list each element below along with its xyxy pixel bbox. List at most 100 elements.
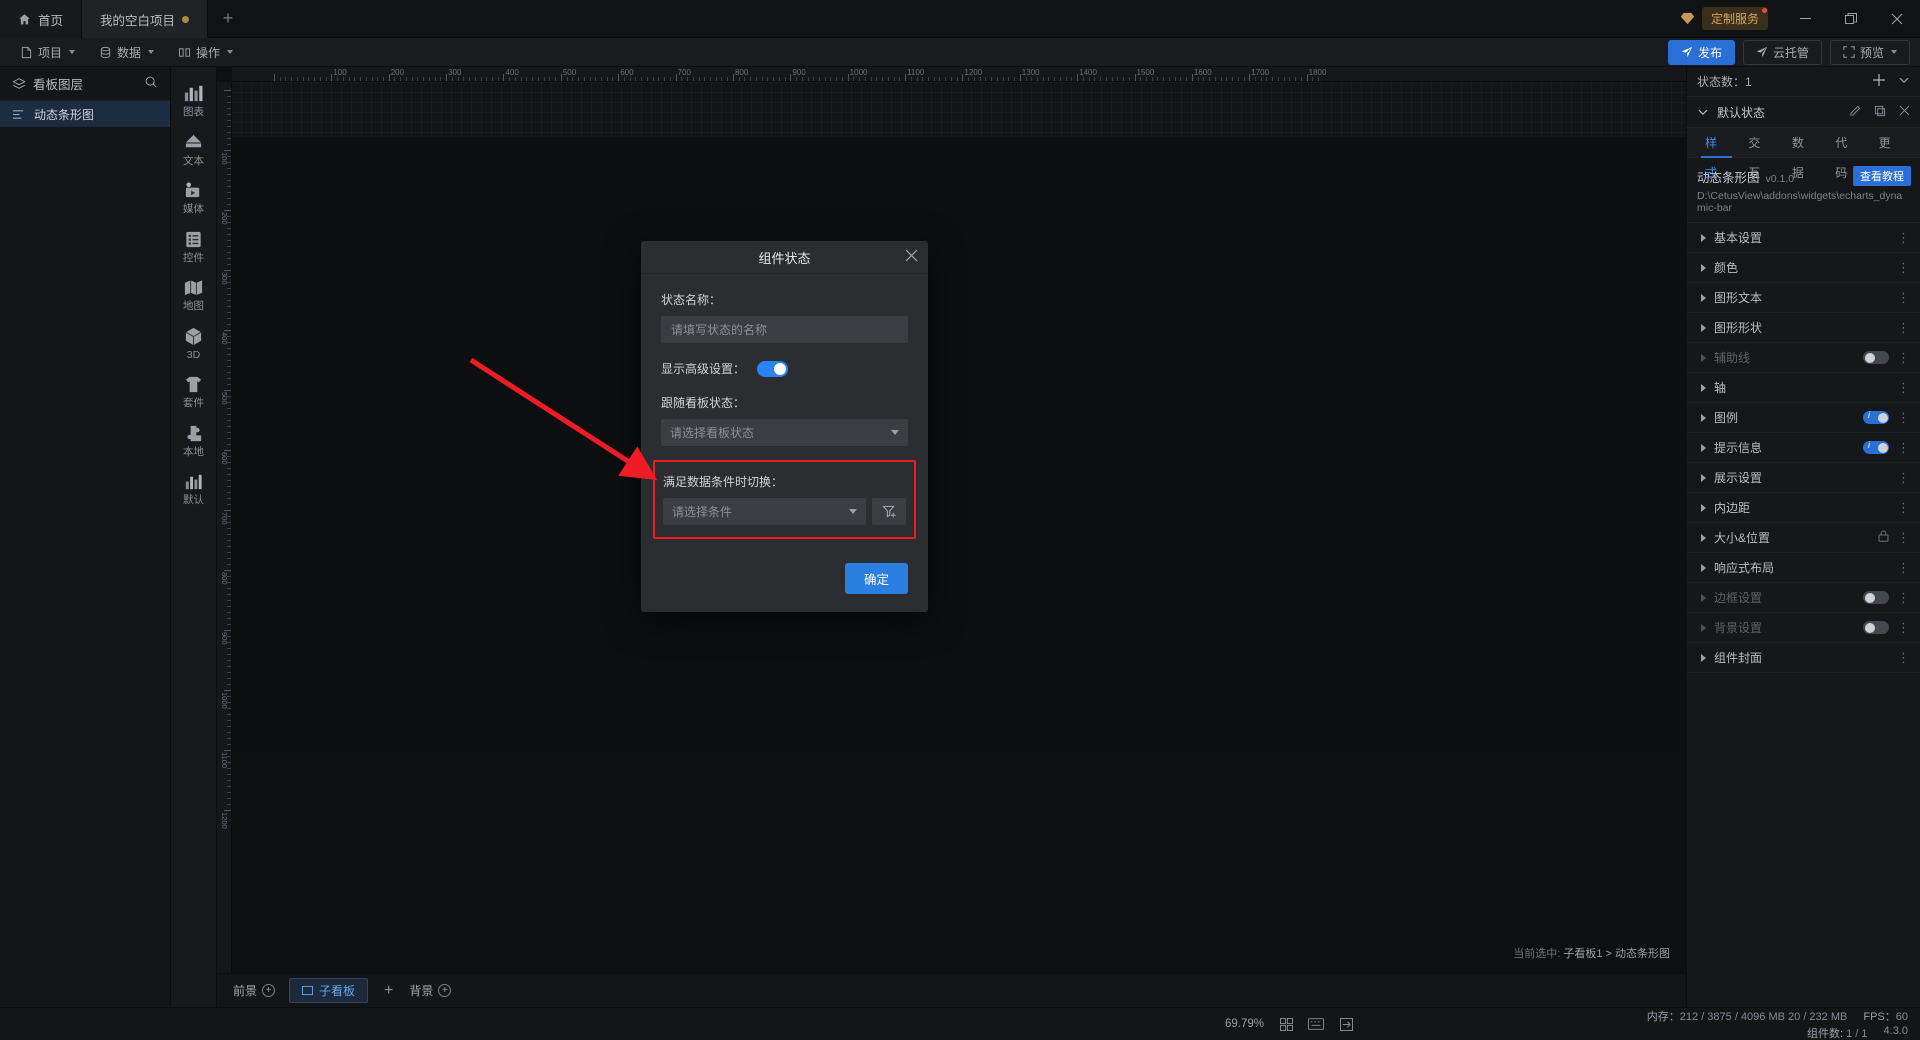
property-section-2[interactable]: 图形文本 ⋮ [1687,283,1920,313]
tab-style[interactable]: 样式 [1695,128,1738,180]
property-section-4[interactable]: 辅助线 ⋮ [1687,343,1920,373]
rail-item-local[interactable]: 本地 [171,416,217,463]
section-menu-button[interactable]: ⋮ [1897,231,1910,244]
section-menu-button[interactable]: ⋮ [1897,501,1910,514]
add-state-button[interactable] [1872,73,1886,90]
section-menu-button[interactable]: ⋮ [1897,411,1910,424]
tab-interaction[interactable]: 交互 [1738,128,1781,180]
rail-item-map[interactable]: 地图 [171,270,217,317]
ruler-tick [704,77,706,81]
add-sub-board-button[interactable]: + [368,982,409,1000]
add-foreground-button[interactable]: + [262,984,276,997]
ruler-tick [1306,74,1308,81]
lock-icon[interactable] [1878,530,1889,545]
section-menu-button[interactable]: ⋮ [1897,441,1910,454]
menu-operations[interactable]: 操作 [168,41,243,64]
layer-item-dynamic-bar[interactable]: 动态条形图 [0,101,170,127]
ruler-tick [224,750,231,751]
ruler-tick [509,77,511,81]
custom-service-badge[interactable]: 定制服务 [1701,7,1768,30]
property-section-5[interactable]: 轴 ⋮ [1687,373,1920,403]
section-menu-button[interactable]: ⋮ [1897,561,1910,574]
rail-item-kit[interactable]: 套件 [171,367,217,414]
vip-group[interactable]: 定制服务 [1680,7,1768,30]
section-menu-button[interactable]: ⋮ [1897,291,1910,304]
section-menu-button[interactable]: ⋮ [1897,381,1910,394]
collapse-states-button[interactable] [1898,74,1910,89]
widget-path: D:\CetusView\addons\widgets\echarts_dyna… [1697,190,1903,214]
window-close-button[interactable] [1874,0,1920,38]
preview-button[interactable]: 预览 [1829,39,1910,65]
property-section-8[interactable]: 展示设置 ⋮ [1687,463,1920,493]
ruler-tick [1014,77,1016,81]
state-name-input[interactable] [661,316,908,343]
section-toggle[interactable]: i [1863,410,1889,424]
rail-item-media[interactable]: 媒体 [171,173,217,220]
property-section-14[interactable]: 组件封面 ⋮ [1687,643,1920,673]
duplicate-state-button[interactable] [1874,105,1886,120]
design-board-inner[interactable] [232,137,1686,752]
section-menu-button[interactable]: ⋮ [1897,651,1910,664]
publish-button[interactable]: 发布 [1667,39,1735,65]
canvas-viewport[interactable]: 当前选中: 子看板1 > 动态条形图 [232,82,1686,973]
view-tutorial-button[interactable]: 查看教程 [1853,166,1911,186]
section-menu-button[interactable]: ⋮ [1897,621,1910,634]
state-row-default[interactable]: 默认状态 [1687,97,1920,128]
section-toggle[interactable] [1863,351,1889,364]
vertical-ruler[interactable]: 100 200 300 400 500 600 700 800 900 1000 1100 1200 [217,82,232,973]
layers-search-button[interactable] [144,75,158,92]
dialog-close-button[interactable] [905,249,918,265]
confirm-button[interactable]: 确定 [844,563,908,594]
zoom-level[interactable]: 69.79% [1225,1018,1264,1030]
section-toggle[interactable]: i [1863,440,1889,454]
window-maximize-button[interactable] [1828,0,1874,38]
rail-item-default[interactable]: 默认 [171,464,217,511]
property-section-9[interactable]: 内边距 ⋮ [1687,493,1920,523]
property-section-0[interactable]: 基本设置 ⋮ [1687,223,1920,253]
sub-board-chip[interactable]: 子看板 [289,978,369,1003]
section-toggle[interactable] [1863,621,1889,634]
add-condition-button[interactable] [872,498,906,525]
property-section-10[interactable]: 大小&位置 ⋮ [1687,523,1920,553]
menu-data[interactable]: 数据 [89,41,164,64]
section-menu-button[interactable]: ⋮ [1897,471,1910,484]
section-menu-button[interactable]: ⋮ [1897,351,1910,364]
ruler-tick [405,77,407,81]
cloud-host-button[interactable]: 云托管 [1742,39,1822,65]
section-menu-button[interactable]: ⋮ [1897,531,1910,544]
property-section-6[interactable]: 图例 i ⋮ [1687,403,1920,433]
edit-state-button[interactable] [1849,105,1861,120]
tab-code[interactable]: 代码 [1825,128,1868,180]
rail-item-chart[interactable]: 图表 [171,76,217,123]
property-section-11[interactable]: 响应式布局 ⋮ [1687,553,1920,583]
property-section-3[interactable]: 图形形状 ⋮ [1687,313,1920,343]
fit-icon[interactable] [1278,1016,1294,1032]
state-name: 默认状态 [1717,105,1766,120]
add-tab-button[interactable]: + [208,0,248,37]
property-section-13[interactable]: 背景设置 ⋮ [1687,613,1920,643]
follow-board-select[interactable]: 请选择看板状态 [661,419,908,446]
property-section-1[interactable]: 颜色 ⋮ [1687,253,1920,283]
delete-state-button[interactable] [1899,105,1910,120]
advanced-settings-toggle[interactable] [757,360,789,377]
tab-more[interactable]: 更多 [1869,128,1912,180]
section-menu-button[interactable]: ⋮ [1897,261,1910,274]
section-menu-button[interactable]: ⋮ [1897,321,1910,334]
property-section-7[interactable]: 提示信息 i ⋮ [1687,433,1920,463]
rail-item-controls[interactable]: 控件 [171,222,217,269]
section-toggle[interactable] [1863,591,1889,604]
rail-item-text[interactable]: 文本 [171,125,217,172]
tab-home[interactable]: 首页 [0,0,83,38]
expand-icon[interactable] [1338,1016,1354,1032]
condition-select[interactable]: 请选择条件 [663,498,866,525]
keyboard-icon[interactable] [1308,1016,1325,1032]
tab-data[interactable]: 数据 [1782,128,1825,180]
horizontal-ruler[interactable]: 100 200 300 400 500 600 700 800 900 1000 1100 1200 1… [232,67,1686,82]
section-menu-button[interactable]: ⋮ [1897,591,1910,604]
add-background-button[interactable]: + [438,984,452,997]
tab-project[interactable]: 我的空白项目 [82,0,209,38]
window-minimize-button[interactable] [1782,0,1828,38]
menu-project[interactable]: 项目 [10,41,85,64]
rail-item-3d[interactable]: 3D [171,319,217,366]
property-section-12[interactable]: 边框设置 ⋮ [1687,583,1920,613]
